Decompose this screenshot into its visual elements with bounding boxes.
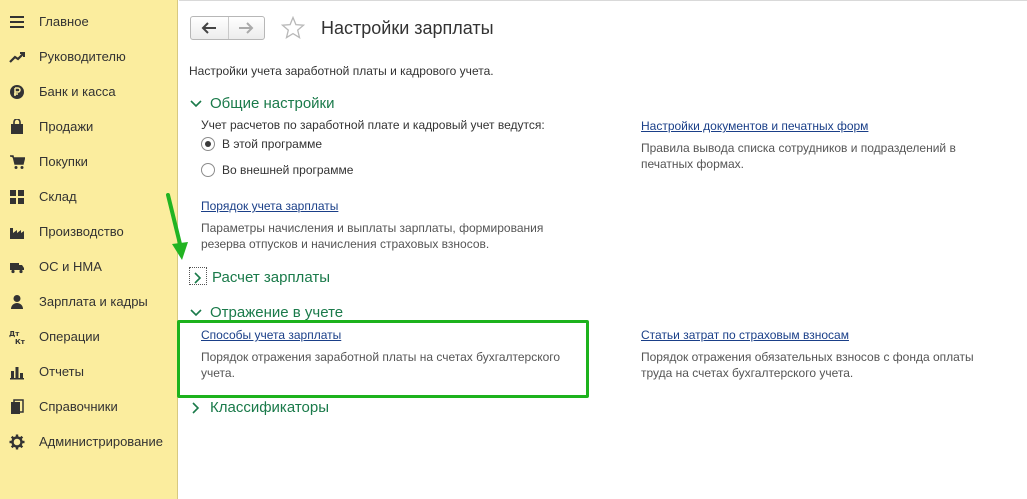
sidebar-item-purchases[interactable]: Покупки: [0, 144, 177, 179]
back-button[interactable]: [191, 17, 228, 39]
gear-icon: [9, 434, 25, 449]
payroll-order-link[interactable]: Порядок учета зарплаты: [201, 199, 338, 213]
chevron-right-icon: [192, 401, 200, 414]
sidebar-item-salary[interactable]: Зарплата и кадры: [0, 284, 177, 319]
chevron-right-icon: [194, 271, 202, 284]
sidebar-item-label: Операции: [39, 329, 100, 344]
radio-circle: [201, 163, 215, 177]
pointer-arrow-icon: [166, 193, 188, 260]
sidebar-item-label: Главное: [39, 14, 89, 29]
insurance-cost-items-link[interactable]: Статьи затрат по страховым взносам: [641, 328, 849, 342]
menu-lines-icon: [10, 15, 24, 28]
section-title: Классификаторы: [210, 399, 330, 416]
top-divider: [179, 0, 1027, 1]
sidebar-item-label: ОС и НМА: [39, 259, 102, 274]
insurance-cost-items-description: Порядок отражения обязательных взносов с…: [641, 350, 974, 380]
sidebar-item-production[interactable]: Производство: [0, 214, 177, 249]
ruble-coin-icon: [10, 84, 24, 99]
sidebar-item-label: Банк и касса: [39, 84, 116, 99]
section-accounting[interactable]: Отражение в учете: [189, 304, 343, 321]
svg-text:Кт: Кт: [15, 338, 25, 345]
truck-icon: [10, 262, 24, 273]
page-subtitle: Настройки учета заработной платы и кадро…: [189, 64, 494, 78]
payroll-order-description: Параметры начисления и выплаты зарплаты,…: [201, 221, 544, 251]
radio-external-program[interactable]: Во внешней программе: [201, 163, 353, 177]
sidebar-item-reports[interactable]: Отчеты: [0, 354, 177, 389]
accounting-question: Учет расчетов по заработной плате и кадр…: [201, 118, 545, 132]
sidebar-item-label: Отчеты: [39, 364, 84, 379]
sidebar-item-label: Продажи: [39, 119, 94, 134]
sidebar-item-bank[interactable]: Банк и касса: [0, 74, 177, 109]
sidebar-item-label: Справочники: [39, 399, 118, 414]
section-general-settings[interactable]: Общие настройки: [189, 95, 335, 112]
radio-label: Во внешней программе: [222, 163, 354, 177]
svg-text:Дт: Дт: [9, 330, 20, 338]
dt-kt-icon: ДтКт: [9, 330, 25, 345]
chevron-down-icon: [190, 308, 202, 316]
warehouse-grid-icon: [10, 189, 24, 204]
shopping-bag-icon: [11, 118, 23, 134]
page-title: Настройки зарплаты: [321, 18, 494, 38]
trend-up-icon: [9, 51, 25, 63]
books-icon: [11, 398, 24, 414]
factory-icon: [10, 227, 24, 239]
sidebar-item-label: Зарплата и кадры: [39, 294, 148, 309]
sidebar-item-label: Руководителю: [39, 49, 126, 64]
sidebar-item-label: Покупки: [39, 154, 88, 169]
chevron-down-icon: [190, 99, 202, 107]
person-icon: [11, 294, 23, 309]
sidebar-item-admin[interactable]: Администрирование: [0, 424, 177, 459]
bar-chart-icon: [10, 366, 24, 379]
sidebar-item-operations[interactable]: Дт Кт Операции: [0, 319, 177, 354]
sidebar-item-warehouse[interactable]: Склад: [0, 179, 177, 214]
sidebar-item-label: Производство: [39, 224, 124, 239]
radio-circle: [201, 137, 215, 151]
sidebar-item-main[interactable]: Главное: [0, 4, 177, 39]
forward-button[interactable]: [227, 17, 265, 39]
section-title: Общие настройки: [210, 95, 335, 112]
history-nav: [190, 16, 265, 40]
payroll-methods-description: Порядок отражения заработной платы на сч…: [201, 350, 561, 380]
sidebar-item-label: Склад: [39, 189, 77, 204]
main-panel: Настройки зарплаты Настройки учета зараб…: [166, 0, 1027, 499]
arrow-right-icon: [239, 22, 254, 34]
section-title: Отражение в учете: [210, 304, 344, 321]
sidebar-item-references[interactable]: Справочники: [0, 389, 177, 424]
star-favorite-icon[interactable]: [281, 16, 305, 40]
arrow-left-icon: [201, 22, 217, 34]
payroll-methods-link[interactable]: Способы учета зарплаты: [201, 328, 341, 342]
shopping-cart-icon: [10, 154, 25, 169]
sidebar-item-fixed-assets[interactable]: ОС и НМА: [0, 249, 177, 284]
document-settings-description: Правила вывода списка сотрудников и подр…: [641, 141, 956, 171]
section-classifiers[interactable]: Классификаторы: [189, 399, 329, 416]
sidebar-item-sales[interactable]: Продажи: [0, 109, 177, 144]
sidebar-item-manager[interactable]: Руководителю: [0, 39, 177, 74]
section-title: Расчет зарплаты: [212, 269, 330, 286]
sidebar: Главное Руководителю Банк и касса Продаж…: [0, 0, 178, 499]
section-payroll-calculation[interactable]: Расчет зарплаты: [191, 269, 330, 286]
radio-label: В этой программе: [222, 137, 323, 151]
radio-this-program[interactable]: В этой программе: [201, 137, 322, 151]
sidebar-item-label: Администрирование: [39, 434, 163, 449]
document-settings-link[interactable]: Настройки документов и печатных форм: [641, 119, 868, 133]
